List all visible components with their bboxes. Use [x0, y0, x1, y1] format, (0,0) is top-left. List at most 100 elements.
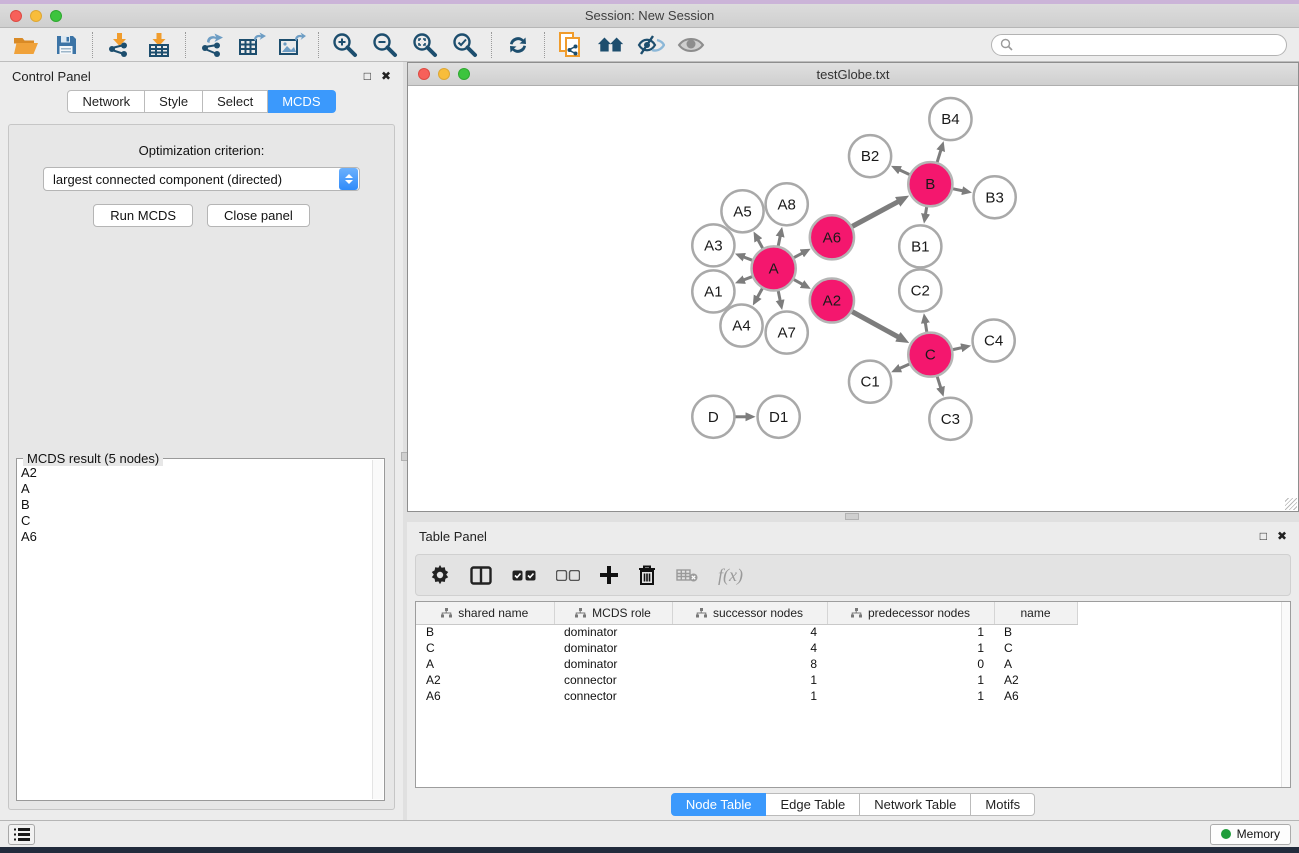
export-network-icon[interactable] [198, 32, 226, 58]
import-network-icon[interactable] [105, 32, 133, 58]
node-table-grid[interactable]: shared nameMCDS rolesuccessor nodesprede… [416, 602, 1097, 704]
zoom-out-icon[interactable] [371, 32, 399, 58]
node-B1[interactable]: B1 [899, 225, 941, 267]
open-file-icon[interactable] [12, 32, 40, 58]
node-B[interactable]: B [908, 162, 952, 206]
table-row[interactable]: Cdominator41C [416, 640, 1097, 656]
delete-column-trash-icon[interactable] [638, 560, 656, 590]
node-A3[interactable]: A3 [692, 224, 734, 266]
tab-style[interactable]: Style [145, 90, 203, 113]
tab-network-table[interactable]: Network Table [860, 793, 971, 816]
network-canvas[interactable]: B4B2BB3A8A5A6A3B1AC2A1A2A4A7C4CC1C3DD1 [408, 86, 1298, 511]
node-D[interactable]: D [692, 396, 734, 438]
tab-select[interactable]: Select [203, 90, 268, 113]
edge-C-C1[interactable] [899, 364, 909, 368]
node-C2[interactable]: C2 [899, 269, 941, 311]
edge-A6-B[interactable] [852, 201, 898, 226]
node-A1[interactable]: A1 [692, 270, 734, 312]
edge-B-B2[interactable] [899, 170, 909, 175]
node-B2[interactable]: B2 [849, 135, 891, 177]
node-A2[interactable]: A2 [810, 278, 854, 322]
close-panel-button[interactable]: Close panel [207, 204, 310, 227]
edge-A-A4[interactable] [757, 289, 762, 298]
close-panel-icon[interactable]: ✖ [1277, 530, 1287, 542]
add-column-icon[interactable] [600, 560, 618, 590]
network-window-titlebar[interactable]: testGlobe.txt [408, 63, 1298, 86]
result-item[interactable]: C [21, 513, 372, 529]
edge-B-B3[interactable] [953, 189, 963, 191]
node-A7[interactable]: A7 [766, 312, 808, 354]
zoom-in-icon[interactable] [331, 32, 359, 58]
table-scrollbar[interactable] [1281, 602, 1290, 787]
home-icon[interactable] [597, 32, 625, 58]
float-panel-icon[interactable]: □ [1260, 530, 1267, 542]
edge-A2-C[interactable] [852, 312, 899, 338]
search-input[interactable] [1018, 38, 1278, 52]
toggle-columns-icon[interactable] [470, 560, 492, 590]
node-A[interactable]: A [752, 246, 796, 290]
deselect-all-rows-icon[interactable] [556, 560, 580, 590]
node-C4[interactable]: C4 [973, 320, 1015, 362]
import-table-icon[interactable] [145, 32, 173, 58]
network-graph[interactable]: B4B2BB3A8A5A6A3B1AC2A1A2A4A7C4CC1C3DD1 [408, 86, 1298, 511]
tab-edge-table[interactable]: Edge Table [766, 793, 860, 816]
node-D1[interactable]: D1 [758, 396, 800, 438]
hide-unhide-icon[interactable] [637, 32, 665, 58]
edge-B-B1[interactable] [925, 207, 926, 215]
tab-node-table[interactable]: Node Table [671, 793, 767, 816]
tab-motifs[interactable]: Motifs [971, 793, 1035, 816]
tab-mcds[interactable]: MCDS [268, 90, 335, 113]
column-header-shared-name[interactable]: shared name [416, 602, 554, 624]
optimization-criterion-select[interactable]: largest connected component (directed) [43, 167, 360, 191]
table-row[interactable]: Bdominator41B [416, 624, 1097, 640]
result-scrollbar[interactable] [372, 460, 383, 799]
memory-button[interactable]: Memory [1210, 824, 1291, 845]
share-session-icon[interactable] [557, 32, 585, 58]
node-A4[interactable]: A4 [720, 305, 762, 347]
delete-table-icon[interactable] [676, 560, 698, 590]
tab-network[interactable]: Network [67, 90, 145, 113]
edge-B-B4[interactable] [937, 150, 941, 162]
export-table-icon[interactable] [238, 32, 266, 58]
task-history-button[interactable] [8, 824, 35, 845]
edge-A-A7[interactable] [778, 291, 780, 301]
save-session-icon[interactable] [52, 32, 80, 58]
run-mcds-button[interactable]: Run MCDS [93, 204, 193, 227]
table-row[interactable]: Adominator80A [416, 656, 1097, 672]
result-item[interactable]: A [21, 481, 372, 497]
select-all-rows-icon[interactable] [512, 560, 536, 590]
node-A6[interactable]: A6 [810, 215, 854, 259]
node-C1[interactable]: C1 [849, 361, 891, 403]
zoom-selected-icon[interactable] [451, 32, 479, 58]
edge-A-A5[interactable] [758, 239, 763, 248]
node-C3[interactable]: C3 [929, 398, 971, 440]
result-item[interactable]: A6 [21, 529, 372, 545]
edge-C-C4[interactable] [953, 348, 962, 350]
close-panel-icon[interactable]: ✖ [381, 70, 391, 82]
float-panel-icon[interactable]: □ [364, 70, 371, 82]
node-B4[interactable]: B4 [929, 98, 971, 140]
refresh-icon[interactable] [504, 32, 532, 58]
edge-A-A2[interactable] [794, 280, 803, 285]
node-B3[interactable]: B3 [974, 176, 1016, 218]
column-header-name[interactable]: name [994, 602, 1077, 624]
horizontal-splitter[interactable] [407, 512, 1299, 522]
edge-A-A3[interactable] [743, 257, 752, 260]
splitter-grip[interactable] [845, 513, 859, 520]
show-all-icon[interactable] [677, 32, 705, 58]
search-box[interactable] [991, 34, 1287, 56]
column-header-successor-nodes[interactable]: successor nodes [672, 602, 827, 624]
table-row[interactable]: A2connector11A2 [416, 672, 1097, 688]
function-builder-icon[interactable]: f(x) [718, 560, 743, 590]
edge-A-A1[interactable] [743, 277, 752, 280]
column-header-MCDS-role[interactable]: MCDS role [554, 602, 672, 624]
node-C[interactable]: C [908, 333, 952, 377]
node-A8[interactable]: A8 [766, 183, 808, 225]
result-item[interactable]: B [21, 497, 372, 513]
edge-C-C3[interactable] [937, 377, 941, 389]
zoom-fit-icon[interactable] [411, 32, 439, 58]
edge-A-A6[interactable] [794, 253, 803, 258]
result-item[interactable]: A2 [21, 465, 372, 481]
edge-C-C2[interactable] [925, 322, 927, 332]
resize-handle-icon[interactable] [1285, 498, 1297, 510]
